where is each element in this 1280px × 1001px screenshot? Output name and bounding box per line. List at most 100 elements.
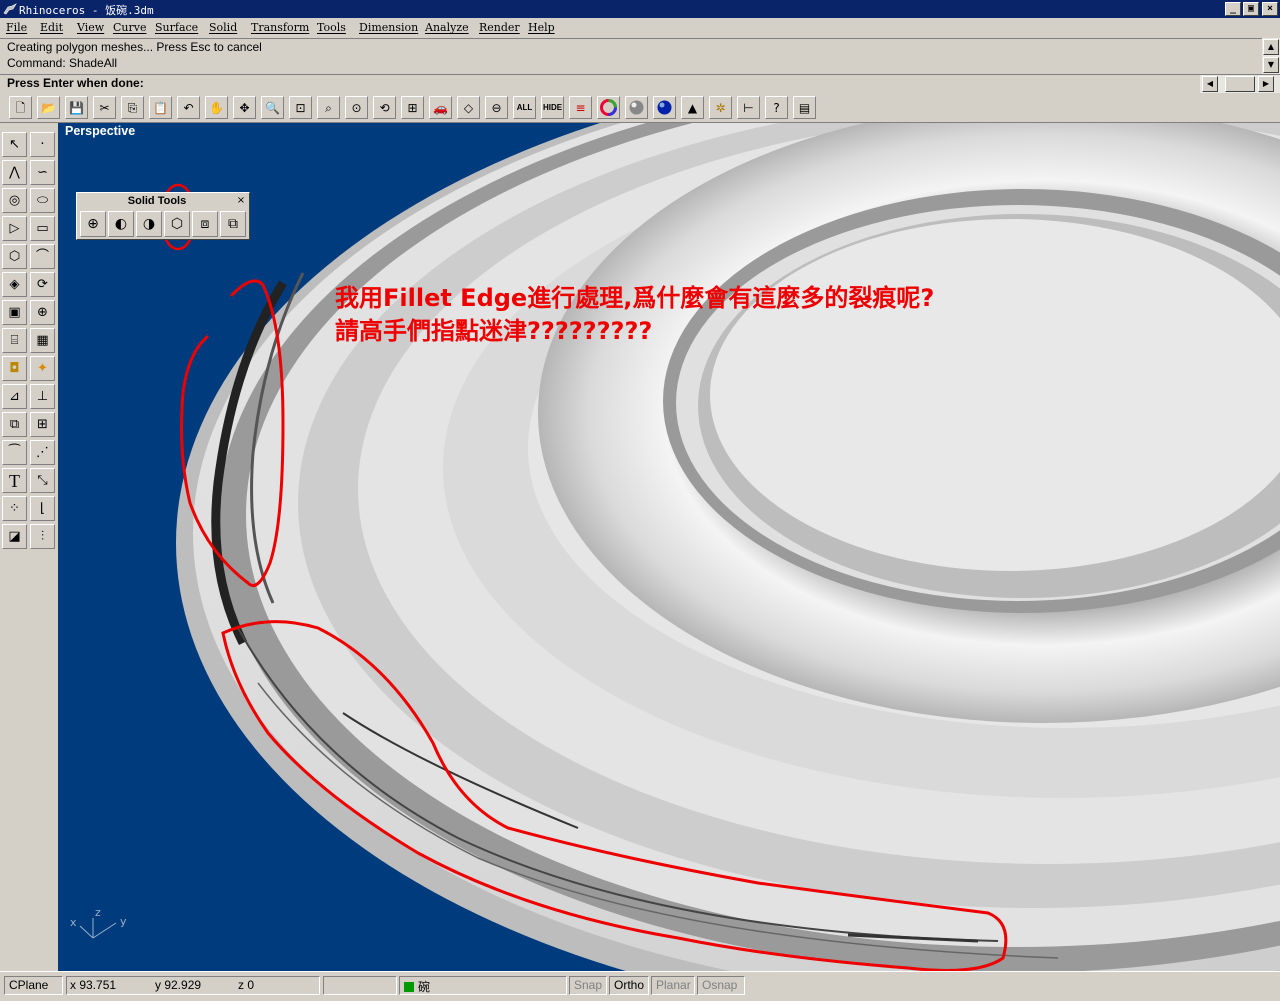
- copy-icon[interactable]: ⎘: [121, 96, 144, 119]
- render-icon[interactable]: ◪: [2, 524, 27, 549]
- offset-curve-icon[interactable]: ⬡: [2, 244, 27, 269]
- array-icon[interactable]: ⊞: [30, 412, 55, 437]
- ellipse-icon[interactable]: ⬭: [30, 188, 55, 213]
- mesh-icon[interactable]: ▦: [30, 328, 55, 353]
- dimension-icon[interactable]: ⊢: [737, 96, 760, 119]
- extract-surface-icon[interactable]: ⧉: [220, 211, 246, 237]
- fillet-curve-icon[interactable]: ⌒: [30, 244, 55, 269]
- gear-icon[interactable]: ✲: [709, 96, 732, 119]
- polyline-icon[interactable]: ⋀: [2, 160, 27, 185]
- command-history: Creating polygon meshes... Press Esc to …: [0, 38, 1262, 76]
- trim-icon[interactable]: ⊿: [2, 384, 27, 409]
- ortho-toggle[interactable]: Ortho: [609, 976, 649, 995]
- revolve-icon[interactable]: ⟳: [30, 272, 55, 297]
- save-icon[interactable]: 💾: [65, 96, 88, 119]
- palette-close-button[interactable]: ×: [235, 195, 247, 206]
- chamfer-edge-icon[interactable]: ⧈: [192, 211, 218, 237]
- layers-icon[interactable]: ≡: [569, 96, 592, 119]
- maximize-button[interactable]: ▣: [1243, 2, 1259, 16]
- rectangle-icon[interactable]: ▭: [30, 216, 55, 241]
- menu-help[interactable]: Help: [528, 21, 555, 34]
- drafting-icon[interactable]: ⌊: [30, 496, 55, 521]
- command-input[interactable]: [163, 75, 1198, 92]
- cplane-icon[interactable]: ◇: [457, 96, 480, 119]
- zoom-dynamic-icon[interactable]: 🔍: [261, 96, 284, 119]
- render-sphere-icon[interactable]: [625, 96, 648, 119]
- osnap-toggle[interactable]: Osnap: [697, 976, 745, 995]
- viewport-label[interactable]: Perspective: [65, 124, 135, 138]
- control-points-icon[interactable]: ⋰: [30, 440, 55, 465]
- grid-snap-icon[interactable]: ⫶: [30, 524, 55, 549]
- menu-render[interactable]: Render: [479, 21, 520, 34]
- move-icon[interactable]: ⧉: [2, 412, 27, 437]
- surface-icon[interactable]: ◈: [2, 272, 27, 297]
- boolean-intersection-icon[interactable]: ◑: [136, 211, 162, 237]
- cut-icon[interactable]: ✂: [93, 96, 116, 119]
- help-icon[interactable]: ?: [765, 96, 788, 119]
- menu-dimension[interactable]: Dimension: [359, 21, 418, 34]
- fillet-edge-icon[interactable]: ⬡: [164, 211, 190, 237]
- properties-icon[interactable]: ▤: [793, 96, 816, 119]
- scroll-up-icon[interactable]: ▲: [1263, 39, 1279, 55]
- pan-hand-icon[interactable]: ✋: [205, 96, 228, 119]
- split-icon[interactable]: ⊥: [30, 384, 55, 409]
- curve-icon[interactable]: ∽: [30, 160, 55, 185]
- point-icon[interactable]: ⊖: [485, 96, 508, 119]
- prompt-label: Press Enter when done:: [7, 76, 144, 90]
- undo-icon[interactable]: ↶: [177, 96, 200, 119]
- box-icon[interactable]: ▣: [2, 300, 27, 325]
- point-icon[interactable]: ·: [30, 132, 55, 157]
- snap-toggle[interactable]: Snap: [569, 976, 607, 995]
- paste-icon[interactable]: 📋: [149, 96, 172, 119]
- cplane-indicator[interactable]: CPlane: [4, 976, 63, 995]
- four-viewports-icon[interactable]: ⊞: [401, 96, 424, 119]
- circle-icon[interactable]: ◎: [2, 188, 27, 213]
- menu-transform[interactable]: Transform: [251, 21, 309, 34]
- scroll-thumb[interactable]: [1225, 76, 1255, 92]
- text-icon[interactable]: T: [2, 468, 27, 493]
- group-icon[interactable]: ◘: [2, 356, 27, 381]
- minimize-button[interactable]: _: [1225, 2, 1241, 16]
- menu-view[interactable]: View: [77, 21, 104, 34]
- menu-surface[interactable]: Surface: [155, 21, 198, 34]
- boolean-difference-icon[interactable]: ◐: [108, 211, 134, 237]
- current-layer[interactable]: 碗: [399, 976, 567, 995]
- show-all-button[interactable]: ALL: [513, 96, 536, 119]
- menu-file[interactable]: File: [6, 21, 27, 34]
- prompt-scrollbar[interactable]: ◀ ▶: [1200, 75, 1280, 93]
- scroll-left-icon[interactable]: ◀: [1202, 76, 1218, 92]
- boolean-union-icon[interactable]: ⊕: [80, 211, 106, 237]
- zoom-window-icon[interactable]: ⊡: [289, 96, 312, 119]
- scroll-down-icon[interactable]: ▼: [1263, 57, 1279, 73]
- menu-analyze[interactable]: Analyze: [425, 21, 469, 34]
- boolean-icon[interactable]: ⊕: [30, 300, 55, 325]
- select-arrow-icon[interactable]: ↖: [2, 132, 27, 157]
- rotate-view-icon[interactable]: ✥: [233, 96, 256, 119]
- dimension-icon[interactable]: ⤡: [30, 468, 55, 493]
- menu-solid[interactable]: Solid: [209, 21, 237, 34]
- planar-toggle[interactable]: Planar: [651, 976, 695, 995]
- undo-view-icon[interactable]: ⟲: [373, 96, 396, 119]
- menu-edit[interactable]: Edit: [40, 21, 63, 34]
- shade-sphere-icon[interactable]: [653, 96, 676, 119]
- perspective-viewport[interactable]: Perspective x z y 我用Fillet Edge進行處理,爲什麼會…: [58, 123, 1280, 971]
- new-icon[interactable]: 🗋: [9, 96, 32, 119]
- menu-curve[interactable]: Curve: [113, 21, 146, 34]
- cylinder-icon[interactable]: ⌸: [2, 328, 27, 353]
- zoom-selected-icon[interactable]: ⊙: [345, 96, 368, 119]
- close-button[interactable]: ×: [1262, 2, 1278, 16]
- spotlight-icon[interactable]: ▲: [681, 96, 704, 119]
- hide-button[interactable]: HIDE: [541, 96, 564, 119]
- analyze-icon[interactable]: ⁘: [2, 496, 27, 521]
- scroll-right-icon[interactable]: ▶: [1258, 76, 1274, 92]
- menu-tools[interactable]: Tools: [317, 21, 346, 34]
- point-edit-icon[interactable]: ⁀: [2, 440, 27, 465]
- explode-icon[interactable]: ✦: [30, 356, 55, 381]
- command-history-scrollbar[interactable]: ▲ ▼: [1262, 38, 1280, 74]
- zoom-extents-icon[interactable]: ⌕: [317, 96, 340, 119]
- open-icon[interactable]: 📂: [37, 96, 60, 119]
- polygon-icon[interactable]: ▷: [2, 216, 27, 241]
- solid-tools-palette[interactable]: Solid Tools × ⊕ ◐ ◑ ⬡ ⧈ ⧉: [76, 192, 250, 240]
- car-object-icon[interactable]: 🚗: [429, 96, 452, 119]
- color-wheel-icon[interactable]: [597, 96, 620, 119]
